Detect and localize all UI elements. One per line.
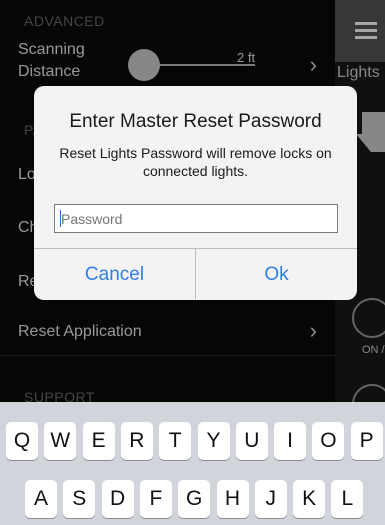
key-u[interactable]: U: [235, 422, 268, 460]
key-l[interactable]: L: [331, 480, 364, 518]
master-reset-password-dialog: Enter Master Reset Password Reset Lights…: [34, 86, 357, 300]
key-d[interactable]: D: [101, 480, 134, 518]
key-a[interactable]: A: [25, 480, 57, 518]
key-j[interactable]: J: [254, 480, 287, 518]
dialog-message: Reset Lights Password will remove locks …: [59, 145, 332, 179]
key-e[interactable]: E: [82, 422, 115, 460]
key-h[interactable]: H: [216, 480, 249, 518]
key-k[interactable]: K: [293, 480, 326, 518]
dialog-title: Enter Master Reset Password: [69, 111, 322, 132]
key-s[interactable]: S: [63, 480, 96, 518]
key-y[interactable]: Y: [197, 422, 230, 460]
key-g[interactable]: G: [178, 480, 211, 518]
key-t[interactable]: T: [159, 422, 192, 460]
cancel-button[interactable]: Cancel: [34, 249, 195, 300]
password-input[interactable]: [54, 204, 338, 233]
key-f[interactable]: F: [139, 480, 172, 518]
text-cursor: [60, 210, 61, 227]
settings-screen: ADVANCED Scanning Distance 2 ft › PA Lo …: [0, 0, 385, 525]
key-r[interactable]: R: [120, 422, 153, 460]
ok-button[interactable]: Ok: [196, 249, 357, 300]
key-o[interactable]: O: [312, 422, 345, 460]
key-q[interactable]: Q: [6, 422, 38, 460]
onscreen-keyboard: QWERTYUIOP ASDFGHJKL: [0, 402, 385, 525]
key-w[interactable]: W: [44, 422, 77, 460]
key-i[interactable]: I: [274, 422, 307, 460]
key-p[interactable]: P: [350, 422, 383, 460]
